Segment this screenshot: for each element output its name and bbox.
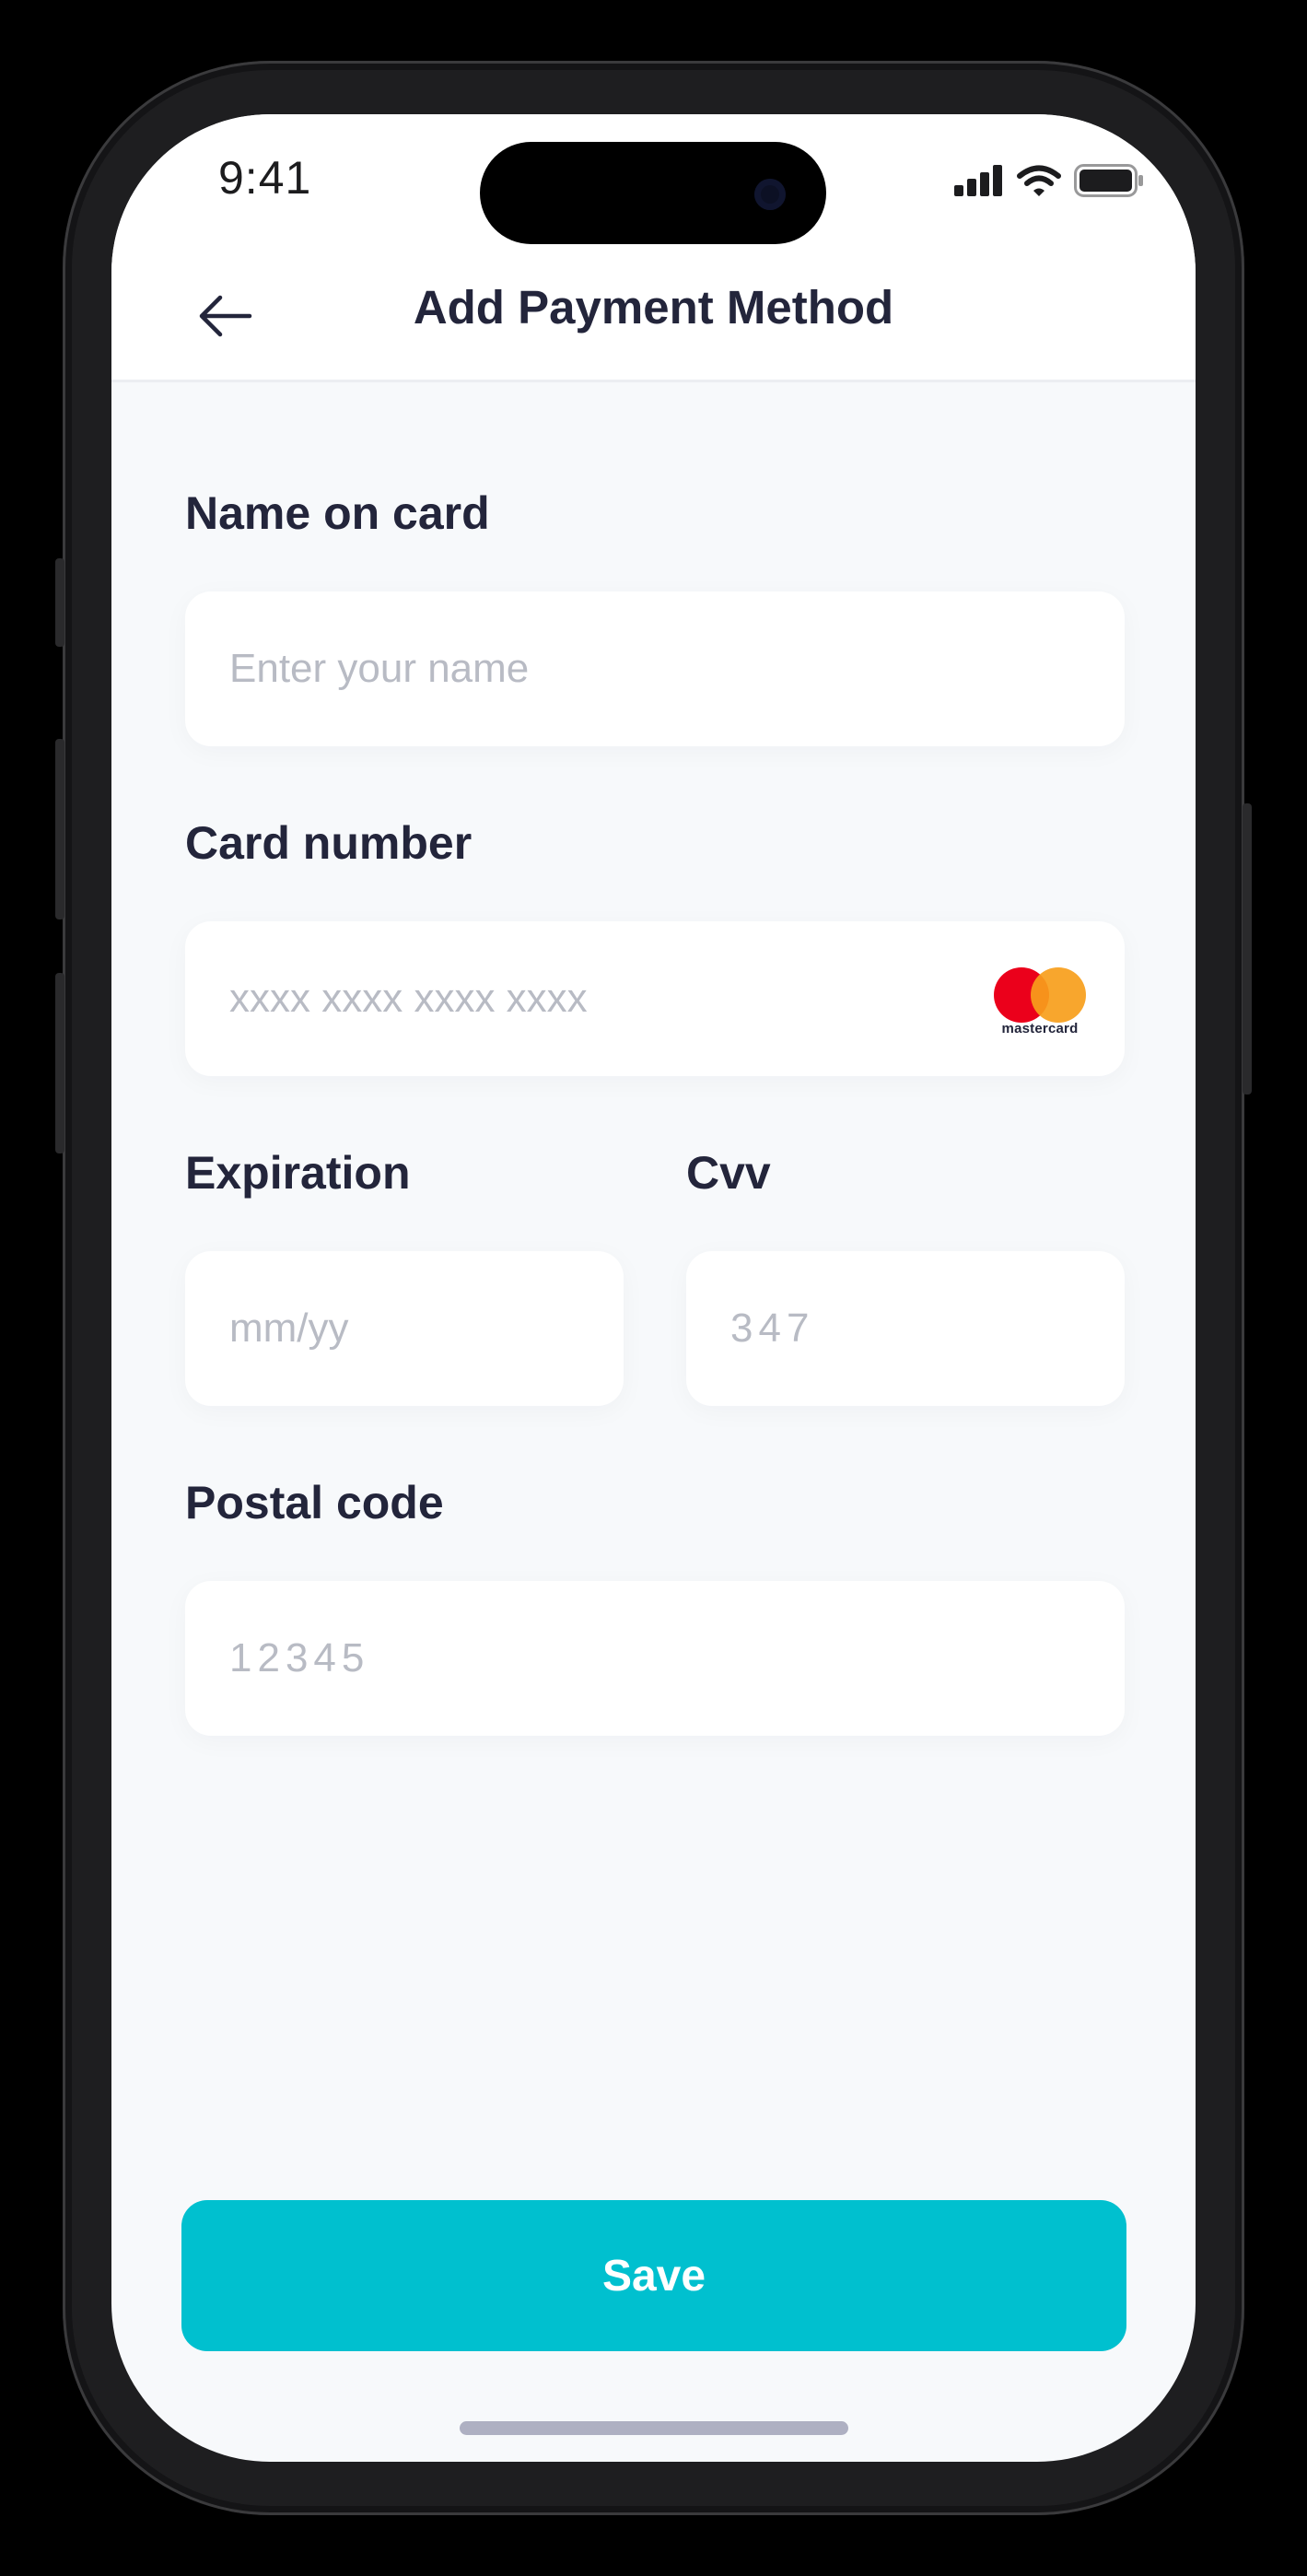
name-on-card-field	[185, 591, 1125, 746]
save-button[interactable]: Save	[181, 2200, 1126, 2351]
expiration-input[interactable]	[229, 1251, 579, 1406]
mastercard-orange-circle	[1031, 967, 1086, 1023]
cellular-signal-icon	[954, 165, 1002, 196]
cvv-field	[686, 1251, 1125, 1406]
home-indicator[interactable]	[460, 2421, 848, 2435]
status-icons	[954, 162, 1144, 199]
card-number-field: mastercard	[185, 921, 1125, 1076]
postal-code-field	[185, 1581, 1125, 1736]
power-button	[1243, 803, 1252, 1095]
card-number-input[interactable]	[229, 921, 985, 1076]
postal-code-label: Postal code	[185, 1477, 444, 1528]
battery-icon	[1074, 164, 1143, 197]
expiration-field	[185, 1251, 624, 1406]
app-screen: 9:41 Add Payment Method Name on card Ent…	[111, 114, 1196, 2462]
card-number-label: Card number	[185, 817, 473, 869]
silent-switch	[55, 558, 64, 647]
mastercard-logo: mastercard	[994, 967, 1086, 1039]
top-bar: 9:41 Add Payment Method	[111, 114, 1196, 382]
cvv-label: Cvv	[686, 1147, 771, 1199]
volume-up-button	[55, 739, 64, 919]
page-title: Add Payment Method	[413, 281, 894, 334]
expiration-label: Expiration	[185, 1147, 411, 1199]
name-on-card-label: Name on card	[185, 487, 490, 539]
status-time: 9:41	[218, 152, 312, 204]
cvv-input[interactable]	[730, 1251, 1080, 1406]
mastercard-wordmark: mastercard	[1001, 1021, 1079, 1036]
dynamic-island	[480, 142, 826, 244]
name-on-card-input[interactable]	[229, 591, 1080, 746]
volume-down-button	[55, 973, 64, 1153]
postal-code-input[interactable]	[229, 1581, 1080, 1736]
front-camera	[754, 179, 786, 210]
wifi-icon	[1017, 165, 1061, 196]
